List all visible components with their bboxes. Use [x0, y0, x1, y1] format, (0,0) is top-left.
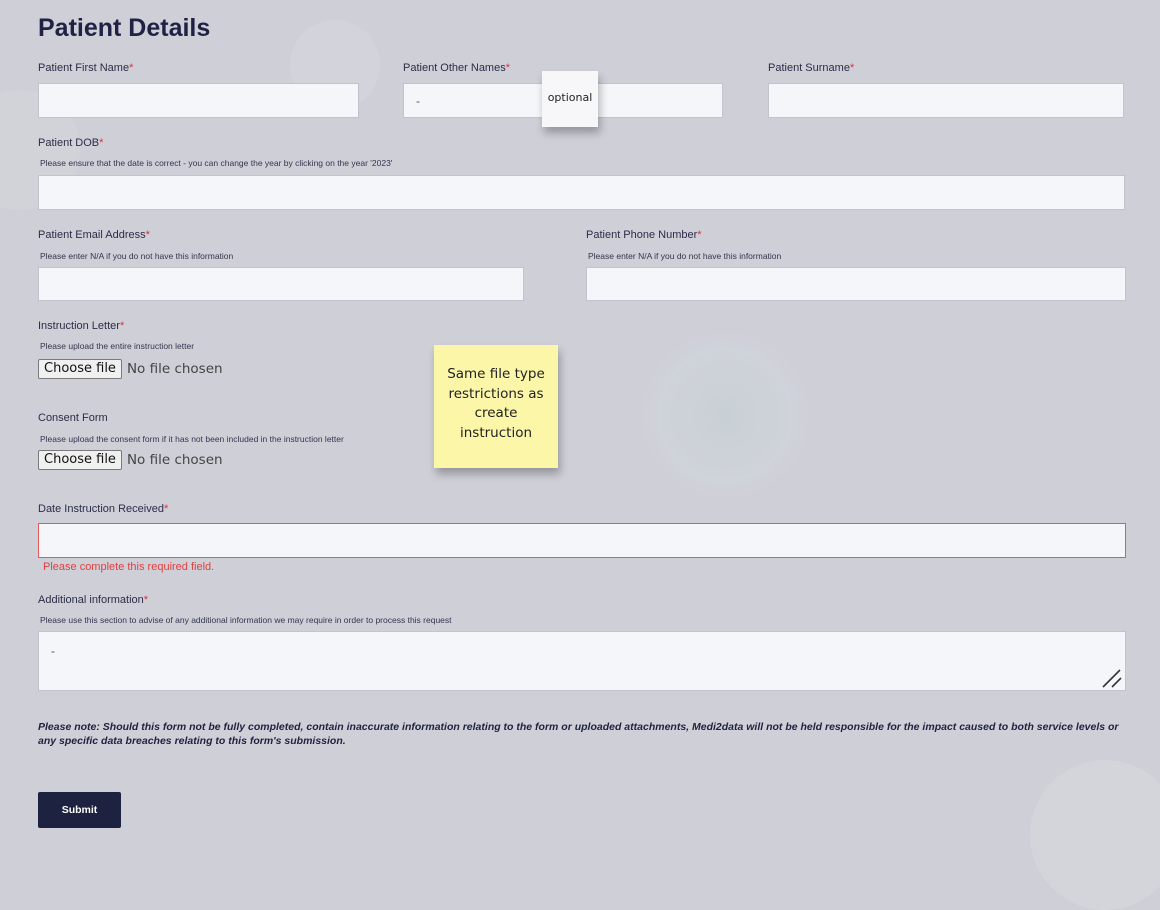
consent-form-hint: Please upload the consent form if it has…	[40, 434, 344, 444]
background-decoration	[1030, 760, 1160, 910]
instruction-letter-upload: Choose file No file chosen	[38, 359, 223, 379]
surname-input[interactable]	[768, 83, 1124, 118]
resize-handle-icon[interactable]	[1100, 667, 1124, 689]
optional-annotation-note: optional	[542, 71, 598, 127]
instruction-letter-hint: Please upload the entire instruction let…	[40, 341, 195, 351]
consent-form-upload: Choose file No file chosen	[38, 450, 223, 470]
dob-hint: Please ensure that the date is correct -…	[40, 158, 393, 168]
instruction-letter-label: Instruction Letter*	[38, 320, 125, 332]
dob-input[interactable]	[38, 175, 1125, 210]
phone-input[interactable]	[586, 267, 1126, 301]
phone-label: Patient Phone Number*	[586, 229, 702, 241]
email-input[interactable]	[38, 267, 524, 301]
instruction-letter-choose-file-button[interactable]: Choose file	[38, 359, 122, 379]
consent-form-choose-file-button[interactable]: Choose file	[38, 450, 122, 470]
submit-button[interactable]: Submit	[38, 792, 121, 828]
date-received-input[interactable]	[38, 523, 1126, 558]
first-name-input[interactable]	[38, 83, 359, 118]
background-decoration	[640, 330, 810, 500]
consent-form-file-status: No file chosen	[126, 452, 223, 468]
first-name-label: Patient First Name*	[38, 62, 134, 74]
file-type-annotation-note: Same file type restrictions as create in…	[434, 345, 558, 468]
phone-hint: Please enter N/A if you do not have this…	[588, 251, 782, 261]
instruction-letter-file-status: No file chosen	[126, 361, 223, 377]
additional-info-textarea[interactable]: -	[38, 631, 1126, 691]
surname-label: Patient Surname*	[768, 62, 855, 74]
email-label: Patient Email Address*	[38, 229, 150, 241]
consent-form-label: Consent Form	[38, 412, 108, 424]
date-received-error: Please complete this required field.	[43, 561, 215, 573]
additional-info-label: Additional information*	[38, 594, 149, 606]
page-title: Patient Details	[38, 14, 211, 42]
date-received-label: Date Instruction Received*	[38, 503, 169, 515]
email-hint: Please enter N/A if you do not have this…	[40, 251, 234, 261]
other-names-label: Patient Other Names*	[403, 62, 510, 74]
dob-label: Patient DOB*	[38, 137, 104, 149]
disclaimer-note: Please note: Should this form not be ful…	[38, 721, 1119, 747]
additional-info-hint: Please use this section to advise of any…	[40, 615, 452, 625]
